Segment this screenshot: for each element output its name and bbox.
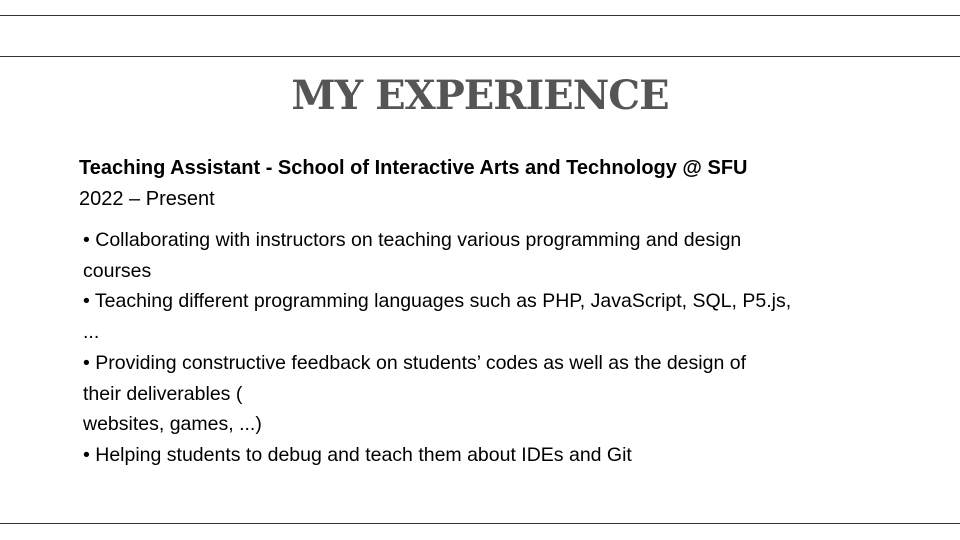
- bullet-line: • Helping students to debug and teach th…: [83, 443, 632, 466]
- bullet-line: • Providing constructive feedback on stu…: [83, 351, 746, 374]
- bullet-line: ...: [83, 321, 100, 344]
- bullet-line: their deliverables (: [83, 382, 243, 405]
- bullet-line: • Collaborating with instructors on teac…: [83, 229, 742, 251]
- bullet-list: • Collaborating with instructors on teac…: [83, 225, 843, 471]
- header-divider: [0, 56, 960, 57]
- footer-divider: [0, 523, 960, 524]
- bullet-line: • Teaching different programming languag…: [83, 290, 792, 313]
- job-dates: 2022 – Present: [79, 188, 215, 210]
- top-divider: [0, 15, 960, 16]
- bullet-line: courses: [83, 259, 152, 282]
- job-title: Teaching Assistant - School of Interacti…: [79, 157, 748, 179]
- page-title: MY EXPERIENCE: [291, 72, 669, 119]
- bullet-line: websites, games, ...): [83, 413, 262, 436]
